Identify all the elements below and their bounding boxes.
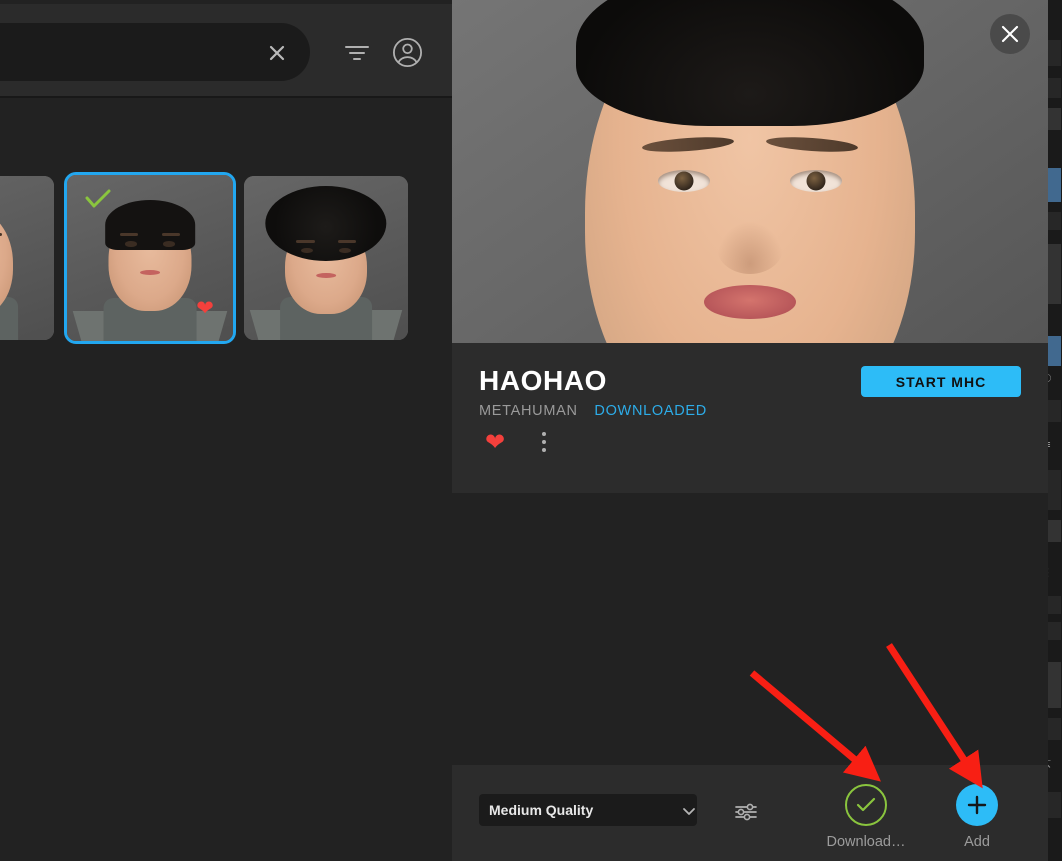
close-icon[interactable] [262,38,292,68]
asset-action-bar: Medium Quality Download… Add [452,765,1048,861]
kebab-menu-icon[interactable] [532,432,556,456]
search-input[interactable] [0,23,110,81]
preview-mouth [704,285,796,319]
asset-subtitle: METAHUMAN DOWNLOADED [479,403,707,419]
quality-select[interactable]: Medium Quality [479,794,697,826]
toolbar-divider [0,96,452,98]
page-title: HAOHAO [479,365,608,396]
sliders-icon[interactable] [734,802,758,822]
thumbnail-image [244,176,408,340]
heart-icon[interactable]: ❤ [485,431,505,455]
asset-type-label: METAHUMAN [479,403,578,419]
screen: ☉ ≡ ⋮ ⇱ [0,0,1062,861]
check-icon [85,189,111,209]
browser-toolbar [0,4,452,96]
asset-browser-panel: ❤ [0,0,452,861]
asset-preview-image [452,0,1048,343]
start-mhc-button[interactable]: START MHC [861,366,1021,397]
asset-metadata: HAOHAO METAHUMAN DOWNLOADED ❤ START MHC [452,343,1048,493]
close-icon[interactable] [990,14,1030,54]
filter-icon[interactable] [342,38,372,68]
plus-circle-icon [956,784,998,826]
preview-eye [658,170,710,192]
list-item[interactable] [0,176,54,340]
download-label: Download… [826,834,906,850]
thumbnail-image [0,176,54,340]
preview-hair [576,0,924,126]
preview-eye [790,170,842,192]
asset-thumbnail-row: ❤ [0,172,452,348]
add-button[interactable]: Add [929,784,1025,850]
download-button[interactable]: Download… [818,784,914,850]
list-item[interactable] [244,176,408,340]
asset-detail-body [452,493,1048,765]
check-circle-icon [845,784,887,826]
heart-icon[interactable]: ❤ [194,298,216,319]
account-circle-icon[interactable] [392,37,423,68]
list-item-selected[interactable]: ❤ [64,172,236,344]
add-label: Add [964,834,990,850]
status-badge: DOWNLOADED [594,403,707,419]
asset-detail-modal: HAOHAO METAHUMAN DOWNLOADED ❤ START MHC … [452,0,1048,861]
preview-nose [717,222,783,274]
